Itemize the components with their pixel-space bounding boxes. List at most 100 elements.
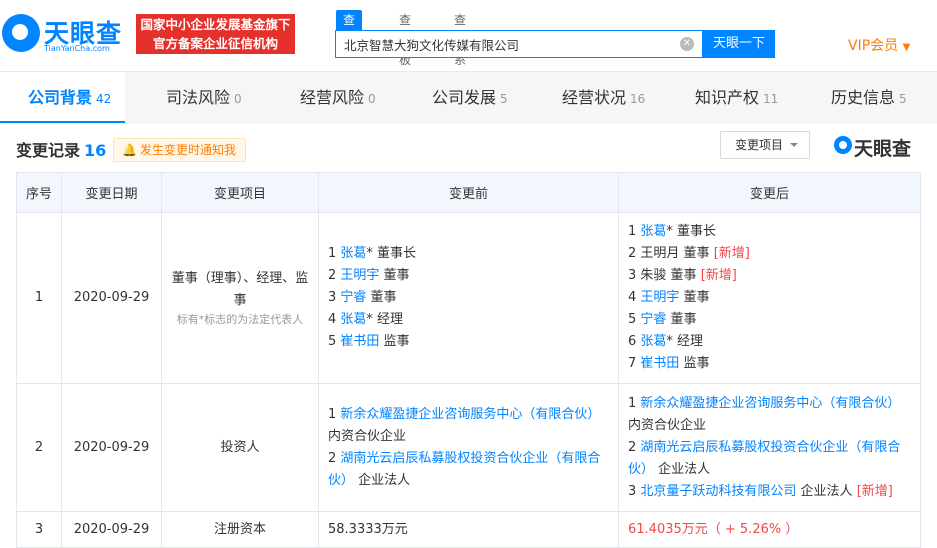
badge-line-1: 国家中小企业发展基金旗下 <box>140 17 291 32</box>
row-index: 2 <box>16 383 62 512</box>
investor-link[interactable]: 北京量子跃动科技有限公司 <box>640 484 796 499</box>
tab-count: 5 <box>500 92 508 106</box>
person-entry: 2 王明宇 董事 <box>328 265 609 287</box>
table-header-row: 序号 变更日期 变更项目 变更前 变更后 <box>16 172 921 213</box>
investor-type: 内资合伙企业 <box>328 428 407 444</box>
official-badge[interactable]: 国家中小企业发展基金旗下 官方备案企业征信机构 <box>136 14 295 54</box>
person-role: 董事 <box>366 290 397 305</box>
person-role: 董事 <box>379 268 410 283</box>
person-link[interactable]: 崔书田 <box>640 356 679 371</box>
person-link[interactable]: 张葛 <box>340 246 366 261</box>
row-before: 58.3333万元 <box>318 511 619 548</box>
bell-icon: 🔔 <box>122 143 137 157</box>
top-header: 天眼查 TianYanCha.com 国家中小企业发展基金旗下 官方备案企业征信… <box>0 0 937 70</box>
search-box: ✕ <box>335 30 703 58</box>
table-row: 2 2020-09-29 投资人 1 新余众耀盈捷企业咨询服务中心（有限合伙） … <box>16 383 921 512</box>
search-tab-relation[interactable]: 查关系 <box>454 10 466 67</box>
entry-number: 7 <box>628 356 641 371</box>
tab-history-info[interactable]: 历史信息 5 <box>831 72 907 123</box>
person-role: 董事 <box>666 312 697 327</box>
row-before: 1 张葛* 董事长 2 王明宇 董事 3 宁睿 董事 4 张葛* 经理 5 崔书田 监事 <box>318 212 619 384</box>
person-role: 董事长 <box>372 246 417 261</box>
person-role: 经理 <box>372 312 404 327</box>
investor-entry: 2 湖南光云启辰私募股权投资合伙企业（有限合伙） 企业法人 <box>328 448 609 492</box>
person-role: 董事 <box>679 246 710 261</box>
entry-number: 4 <box>328 312 341 327</box>
vip-label: VIP会员 <box>848 38 899 54</box>
person-entry: 4 张葛* 经理 <box>328 309 609 331</box>
investor-type: 内资合伙企业 <box>628 417 707 433</box>
person-link[interactable]: 王明宇 <box>340 268 379 283</box>
entry-number: 3 <box>628 483 641 499</box>
search-input[interactable] <box>336 31 676 57</box>
row-date: 2020-09-29 <box>61 511 162 548</box>
person-entry: 2 王明月 董事 [新增] <box>628 243 911 265</box>
search-tab-boss[interactable]: 查老板 <box>399 10 411 67</box>
new-tag: [新增] <box>696 268 737 283</box>
investor-entry: 1 新余众耀盈捷企业咨询服务中心（有限合伙） 内资合伙企业 <box>628 393 911 437</box>
person-role: 经理 <box>672 334 704 349</box>
category-nav: 公司背景 42 司法风险 0 经营风险 0 公司发展 5 经营状况 16 知识产权 11 历… <box>0 71 937 124</box>
change-item-dropdown[interactable]: 变更项目 <box>720 131 810 159</box>
tianyancha-logo[interactable]: 天眼查 TianYanCha.com <box>2 12 128 58</box>
person-link[interactable]: 张葛 <box>640 224 666 239</box>
dropdown-label: 变更项目 <box>735 138 784 152</box>
eye-logo-icon <box>834 136 852 154</box>
search-tab-company[interactable]: 查公司 <box>336 10 363 67</box>
row-after: 1 张葛* 董事长 2 王明月 董事 [新增] 3 朱骏 董事 [新增] 4 王明宇 … <box>618 212 921 384</box>
entry-number: 2 <box>328 268 341 283</box>
person-role: 监事 <box>379 334 410 349</box>
person-link[interactable]: 宁睿 <box>340 290 366 305</box>
tab-count: 42 <box>96 92 112 106</box>
header-item: 变更项目 <box>161 172 319 213</box>
header-before: 变更前 <box>318 172 619 213</box>
row-after: 1 新余众耀盈捷企业咨询服务中心（有限合伙） 内资合伙企业 2 湖南光云启辰私募股… <box>618 383 921 512</box>
person-link[interactable]: 张葛 <box>340 312 366 327</box>
tab-label: 司法风险 <box>166 88 231 107</box>
tab-company-development[interactable]: 公司发展 5 <box>432 72 508 123</box>
entry-number: 1 <box>328 246 341 261</box>
row-date: 2020-09-29 <box>61 383 162 512</box>
investor-link[interactable]: 新余众耀盈捷企业咨询服务中心（有限合伙） <box>340 407 600 422</box>
tab-label: 经营风险 <box>300 88 365 107</box>
person-link[interactable]: 王明宇 <box>640 290 679 305</box>
investor-type: 企业法人 <box>354 472 411 488</box>
person-entry: 1 张葛* 董事长 <box>328 243 609 265</box>
tab-operating-risk[interactable]: 经营风险 0 <box>300 72 376 123</box>
person-link[interactable]: 崔书田 <box>340 334 379 349</box>
tab-company-background[interactable]: 公司背景 42 <box>0 72 125 123</box>
new-tag: [新增] <box>709 246 750 261</box>
row-index: 3 <box>16 511 62 548</box>
person-link[interactable]: 宁睿 <box>640 312 666 327</box>
clear-icon[interactable]: ✕ <box>680 37 694 51</box>
row-after: 61.4035万元（ + 5.26% ） <box>618 511 921 548</box>
row-before: 1 新余众耀盈捷企业咨询服务中心（有限合伙） 内资合伙企业 2 湖南光云启辰私募股… <box>318 383 619 512</box>
table-row: 1 2020-09-29 董事（理事）、经理、监事 标有*标志的为法定代表人 1… <box>16 212 921 384</box>
change-records-table: 序号 变更日期 变更项目 变更前 变更后 1 2020-09-29 董事（理事）… <box>16 172 921 548</box>
person-role: 监事 <box>679 356 710 371</box>
person-entry: 3 朱骏 董事 [新增] <box>628 265 911 287</box>
caret-down-icon: ▼ <box>902 42 911 53</box>
header-index: 序号 <box>16 172 62 213</box>
entry-number: 1 <box>628 224 641 239</box>
search-button[interactable]: 天眼一下 <box>703 30 775 58</box>
entry-number: 5 <box>628 312 641 327</box>
person-entry: 6 张葛* 经理 <box>628 331 911 353</box>
tab-operating-status[interactable]: 经营状况 16 <box>562 72 645 123</box>
investor-entry: 3 北京量子跃动科技有限公司 企业法人 [新增] <box>628 481 911 503</box>
row-item: 注册资本 <box>161 511 319 548</box>
person-link[interactable]: 张葛 <box>640 334 666 349</box>
logo-subtext: TianYanCha.com <box>44 44 110 53</box>
vip-menu[interactable]: VIP会员 ▼ <box>848 35 910 55</box>
change-notify-button[interactable]: 🔔 发生变更时通知我 <box>113 138 246 162</box>
table-row: 3 2020-09-29 注册资本 58.3333万元 61.4035万元（ +… <box>16 511 921 548</box>
investor-link[interactable]: 新余众耀盈捷企业咨询服务中心（有限合伙） <box>640 396 900 411</box>
tab-label: 公司发展 <box>432 88 497 107</box>
person-entry: 1 张葛* 董事长 <box>628 221 911 243</box>
tianyancha-watermark: 天眼查 <box>834 134 918 160</box>
section-count: 16 <box>84 141 107 160</box>
entry-number: 3 <box>328 290 341 305</box>
investor-type: 企业法人 <box>796 483 853 499</box>
tab-intellectual-property[interactable]: 知识产权 11 <box>695 72 778 123</box>
tab-judicial-risk[interactable]: 司法风险 0 <box>166 72 242 123</box>
